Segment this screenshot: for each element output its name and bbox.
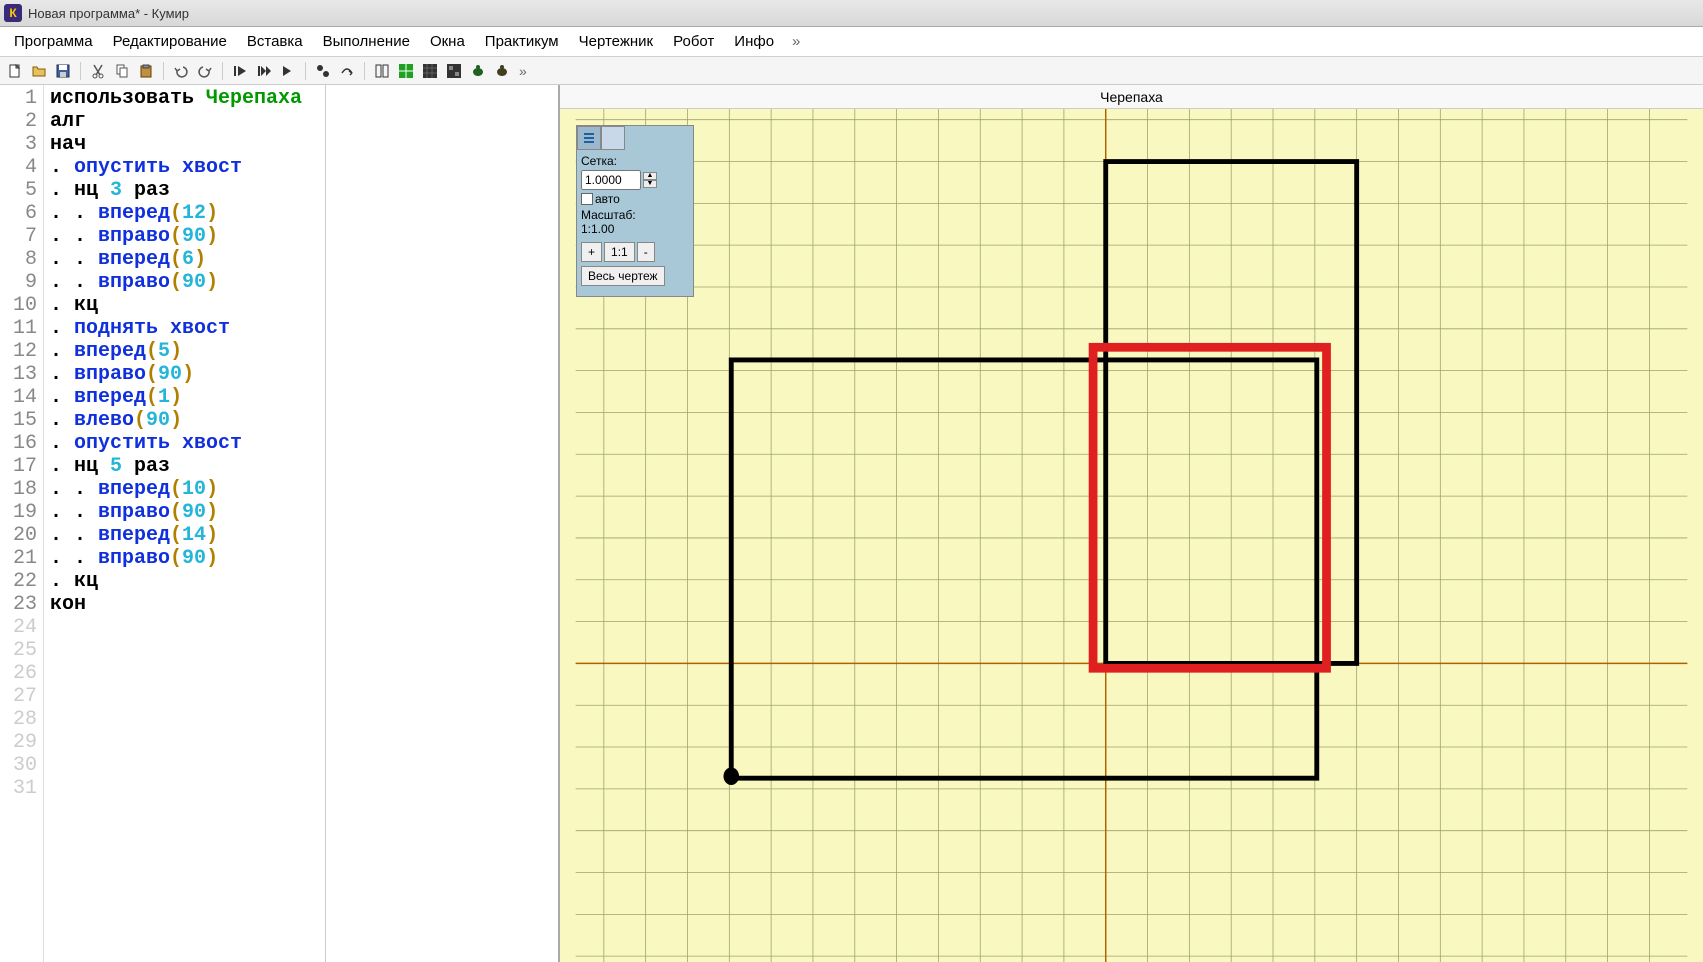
titlebar: К Новая программа* - Кумир	[0, 0, 1703, 27]
zoom-reset-button[interactable]: 1:1	[604, 242, 635, 262]
editor-margin	[326, 85, 556, 962]
toolbar-separator	[80, 62, 81, 80]
menu-инфо[interactable]: Инфо	[724, 29, 784, 54]
redo-icon[interactable]	[194, 60, 216, 82]
menu-окна[interactable]: Окна	[420, 29, 475, 54]
layout-icon[interactable]	[371, 60, 393, 82]
menu-выполнение[interactable]: Выполнение	[313, 29, 420, 54]
scale-value: 1:1.00	[581, 222, 689, 236]
paste-icon[interactable]	[135, 60, 157, 82]
menu-вставка[interactable]: Вставка	[237, 29, 313, 54]
open-file-icon[interactable]	[28, 60, 50, 82]
grid-spinner[interactable]: ▲▼	[643, 172, 657, 188]
window-title: Новая программа* - Кумир	[28, 6, 189, 21]
panel-blank-button[interactable]	[601, 126, 625, 150]
undo-icon[interactable]	[170, 60, 192, 82]
toolbar-separator	[163, 62, 164, 80]
menu-практикум[interactable]: Практикум	[475, 29, 569, 54]
menubar: ПрограммаРедактированиеВставкаВыполнение…	[0, 27, 1703, 57]
grid-dark-icon[interactable]	[419, 60, 441, 82]
turtle-pane: Черепаха Сетка: ▲▼ авто	[560, 85, 1703, 962]
scale-label: Масштаб:	[581, 208, 689, 222]
step-over-icon[interactable]	[336, 60, 358, 82]
menu-чертежник[interactable]: Чертежник	[569, 29, 664, 54]
toolbar-separator	[364, 62, 365, 80]
grid-pattern-icon[interactable]	[443, 60, 465, 82]
auto-checkbox[interactable]	[581, 193, 593, 205]
turtle-icon[interactable]	[467, 60, 489, 82]
grid-label: Сетка:	[581, 154, 689, 168]
copy-icon[interactable]	[111, 60, 133, 82]
menu-редактирование[interactable]: Редактирование	[103, 29, 237, 54]
menu-робот[interactable]: Робот	[663, 29, 724, 54]
step-icon[interactable]	[253, 60, 275, 82]
grid-value-input[interactable]	[581, 170, 641, 190]
run-icon[interactable]	[229, 60, 251, 82]
editor-pane: 1234567891011121314151617181920212223242…	[0, 85, 560, 962]
turtle2-icon[interactable]	[491, 60, 513, 82]
auto-label: авто	[595, 192, 620, 206]
toolbar-overflow[interactable]: »	[515, 63, 531, 79]
toolbar-separator	[305, 62, 306, 80]
grid-green-icon[interactable]	[395, 60, 417, 82]
save-file-icon[interactable]	[52, 60, 74, 82]
line-gutter: 1234567891011121314151617181920212223242…	[0, 85, 44, 962]
menu-overflow[interactable]: »	[784, 33, 808, 50]
fit-button[interactable]: Весь чертеж	[581, 266, 665, 286]
turtle-controls: Сетка: ▲▼ авто Масштаб: 1:1.00 + 1:1 -	[576, 125, 694, 297]
code-editor[interactable]: использовать Черепахаалгнач. опустить хв…	[44, 85, 326, 962]
zoom-out-button[interactable]: -	[637, 242, 655, 262]
toolbar: »	[0, 57, 1703, 85]
turtle-title: Черепаха	[560, 85, 1703, 109]
turtle-canvas[interactable]: Сетка: ▲▼ авто Масштаб: 1:1.00 + 1:1 -	[560, 109, 1703, 962]
breakpoint-icon[interactable]	[312, 60, 334, 82]
cut-icon[interactable]	[87, 60, 109, 82]
zoom-in-button[interactable]: +	[581, 242, 602, 262]
hamburger-icon[interactable]	[577, 126, 601, 150]
app-logo: К	[4, 4, 22, 22]
toolbar-separator	[222, 62, 223, 80]
main-area: 1234567891011121314151617181920212223242…	[0, 85, 1703, 962]
menu-программа[interactable]: Программа	[4, 29, 103, 54]
run-fast-icon[interactable]	[277, 60, 299, 82]
new-file-icon[interactable]	[4, 60, 26, 82]
